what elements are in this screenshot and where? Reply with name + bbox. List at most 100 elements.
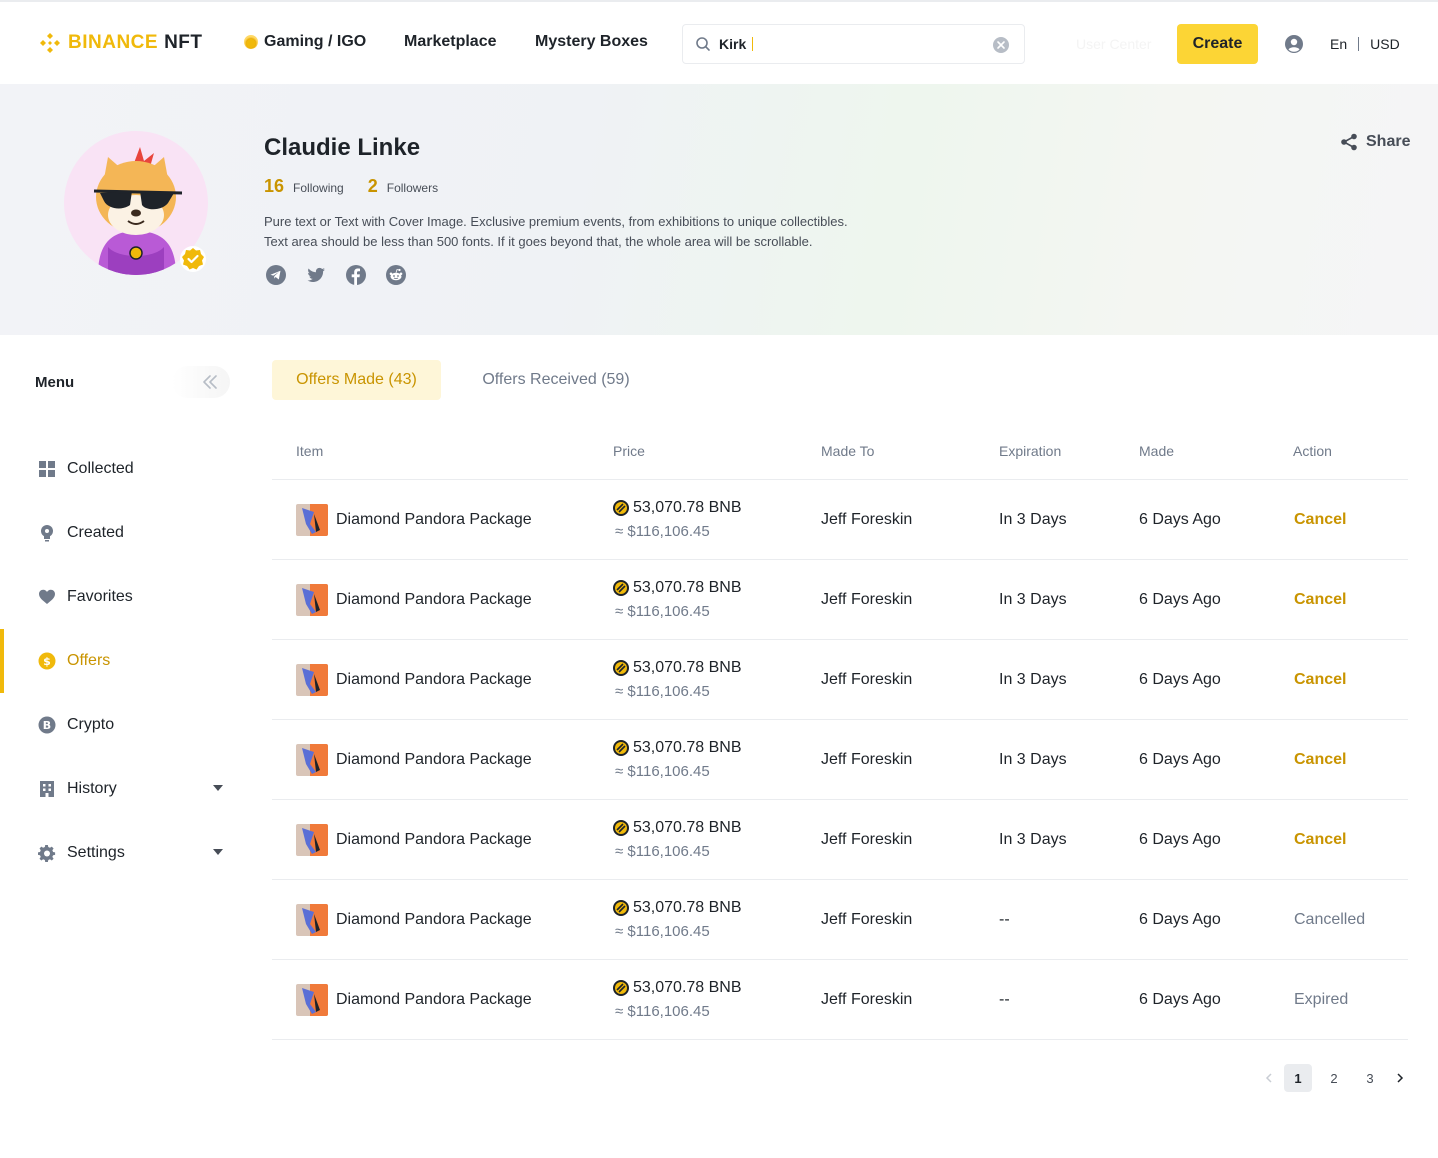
sidebar-item-created[interactable]: Created xyxy=(0,511,240,555)
made-to-user[interactable]: Jeff Foreskin xyxy=(821,591,912,609)
next-page-button[interactable] xyxy=(1386,1064,1414,1092)
binance-nft-logo[interactable]: BINANCE NFT xyxy=(38,31,203,55)
table-row[interactable]: Diamond Pandora Package 53,070.78 BNB ≈ $1… xyxy=(272,480,1408,560)
item-thumbnail[interactable] xyxy=(296,584,328,616)
logo-brand-text: BINANCE xyxy=(68,32,159,53)
table-row[interactable]: Diamond Pandora Package 53,070.78 BNB ≈ $1… xyxy=(272,720,1408,800)
made-to-user[interactable]: Jeff Foreskin xyxy=(821,831,912,849)
clear-search-icon[interactable] xyxy=(992,36,1010,54)
price-usd: ≈ $116,106.45 xyxy=(615,763,710,780)
followers-count[interactable]: 2 xyxy=(368,176,378,197)
sidebar-item-history[interactable]: History xyxy=(0,767,240,811)
item-name[interactable]: Diamond Pandora Package xyxy=(336,911,532,929)
table-row[interactable]: Diamond Pandora Package 53,070.78 BNB ≈ $1… xyxy=(272,640,1408,720)
profile-bio: Pure text or Text with Cover Image. Excl… xyxy=(264,212,924,252)
price-bnb: 53,070.78 BNB xyxy=(613,899,742,917)
sidebar-item-favorites[interactable]: Favorites xyxy=(0,575,240,619)
item-thumbnail-image xyxy=(296,504,328,536)
price-bnb: 53,070.78 BNB xyxy=(613,819,742,837)
dollar-icon: $ xyxy=(38,652,56,670)
price-bnb-value: 53,070.78 BNB xyxy=(633,979,742,996)
collapse-menu-button[interactable] xyxy=(172,366,230,398)
made-to-user[interactable]: Jeff Foreskin xyxy=(821,911,912,929)
currency-selector[interactable]: USD xyxy=(1370,36,1400,52)
followers-label[interactable]: Followers xyxy=(387,181,438,195)
account-icon[interactable] xyxy=(1284,34,1304,54)
page-1-button[interactable]: 1 xyxy=(1284,1064,1312,1092)
cancel-offer-button[interactable]: Cancel xyxy=(1294,511,1346,529)
nav-marketplace[interactable]: Marketplace xyxy=(404,33,497,51)
item-name[interactable]: Diamond Pandora Package xyxy=(336,991,532,1009)
facebook-icon[interactable] xyxy=(346,265,366,285)
share-button[interactable]: Share xyxy=(1340,133,1410,151)
following-count[interactable]: 16 xyxy=(264,176,284,197)
expiration-value: In 3 Days xyxy=(999,831,1067,848)
item-thumbnail-image xyxy=(296,744,328,776)
page-2-button[interactable]: 2 xyxy=(1320,1064,1348,1092)
item-thumbnail[interactable] xyxy=(296,664,328,696)
twitter-icon[interactable] xyxy=(306,265,326,285)
logo-wordmark: BINANCE NFT xyxy=(68,32,203,54)
table-row[interactable]: Diamond Pandora Package 53,070.78 BNB ≈ $1… xyxy=(272,960,1408,1040)
telegram-icon[interactable] xyxy=(266,265,286,285)
status-label: Cancelled xyxy=(1294,911,1366,928)
sidebar-item-crypto[interactable]: B Crypto xyxy=(0,703,240,747)
following-label[interactable]: Following xyxy=(293,181,344,195)
made-to-user[interactable]: Jeff Foreskin xyxy=(821,671,912,689)
item-thumbnail[interactable] xyxy=(296,744,328,776)
item-name[interactable]: Diamond Pandora Package xyxy=(336,671,532,689)
made-to-user[interactable]: Jeff Foreskin xyxy=(821,991,912,1009)
column-header-made: Made xyxy=(1139,443,1175,459)
item-name[interactable]: Diamond Pandora Package xyxy=(336,831,532,849)
price-usd: ≈ $116,106.45 xyxy=(615,1003,710,1020)
cancel-offer-button[interactable]: Cancel xyxy=(1294,671,1346,689)
nav-gaming-igo[interactable]: Gaming / IGO xyxy=(244,33,366,51)
item-thumbnail[interactable] xyxy=(296,904,328,936)
table-row[interactable]: Diamond Pandora Package 53,070.78 BNB ≈ $1… xyxy=(272,800,1408,880)
sidebar-item-label: History xyxy=(67,780,117,797)
language-selector[interactable]: En xyxy=(1330,36,1347,52)
item-thumbnail[interactable] xyxy=(296,824,328,856)
page-3-button[interactable]: 3 xyxy=(1356,1064,1384,1092)
search-input[interactable] xyxy=(719,36,969,52)
item-thumbnail[interactable] xyxy=(296,504,328,536)
expiration-value: In 3 Days xyxy=(999,671,1067,688)
tab-offers-made[interactable]: Offers Made (43) xyxy=(272,360,441,400)
column-header-made-to: Made To xyxy=(821,443,875,459)
user-center-link[interactable]: User Center xyxy=(1076,36,1151,52)
made-value: 6 Days Ago xyxy=(1139,831,1221,848)
made-value: 6 Days Ago xyxy=(1139,511,1221,528)
chevron-down-icon[interactable] xyxy=(213,849,223,855)
made-value: 6 Days Ago xyxy=(1139,991,1221,1008)
nav-mystery-boxes[interactable]: Mystery Boxes xyxy=(535,33,648,51)
sidebar-item-settings[interactable]: Settings xyxy=(0,831,240,875)
price-bnb-value: 53,070.78 BNB xyxy=(633,899,742,916)
made-to-user[interactable]: Jeff Foreskin xyxy=(821,751,912,769)
chevron-down-icon[interactable] xyxy=(213,785,223,791)
sidebar-item-collected[interactable]: Collected xyxy=(0,447,240,491)
cancel-offer-button[interactable]: Cancel xyxy=(1294,751,1346,769)
bnb-coin-icon xyxy=(613,580,629,596)
sidebar-item-label: Collected xyxy=(67,460,134,477)
tab-offers-received[interactable]: Offers Received (59) xyxy=(466,360,646,400)
price-bnb-value: 53,070.78 BNB xyxy=(633,579,742,596)
prev-page-button[interactable] xyxy=(1255,1064,1283,1092)
made-to-user[interactable]: Jeff Foreskin xyxy=(821,511,912,529)
cancel-offer-button[interactable]: Cancel xyxy=(1294,591,1346,609)
menu-title: Menu xyxy=(35,374,75,391)
price-usd: ≈ $116,106.45 xyxy=(615,603,710,620)
nav-marketplace-label: Marketplace xyxy=(404,33,497,50)
bnb-coin-icon xyxy=(613,900,629,916)
svg-text:$: $ xyxy=(43,655,51,668)
table-row[interactable]: Diamond Pandora Package 53,070.78 BNB ≈ $1… xyxy=(272,560,1408,640)
bnb-coin-icon xyxy=(613,980,629,996)
reddit-icon[interactable] xyxy=(386,265,406,285)
table-row[interactable]: Diamond Pandora Package 53,070.78 BNB ≈ $1… xyxy=(272,880,1408,960)
item-name[interactable]: Diamond Pandora Package xyxy=(336,591,532,609)
cancel-offer-button[interactable]: Cancel xyxy=(1294,831,1346,849)
item-name[interactable]: Diamond Pandora Package xyxy=(336,751,532,769)
create-button[interactable]: Create xyxy=(1177,24,1258,64)
sidebar-item-offers[interactable]: $ Offers xyxy=(0,629,240,693)
item-name[interactable]: Diamond Pandora Package xyxy=(336,511,532,529)
item-thumbnail[interactable] xyxy=(296,984,328,1016)
